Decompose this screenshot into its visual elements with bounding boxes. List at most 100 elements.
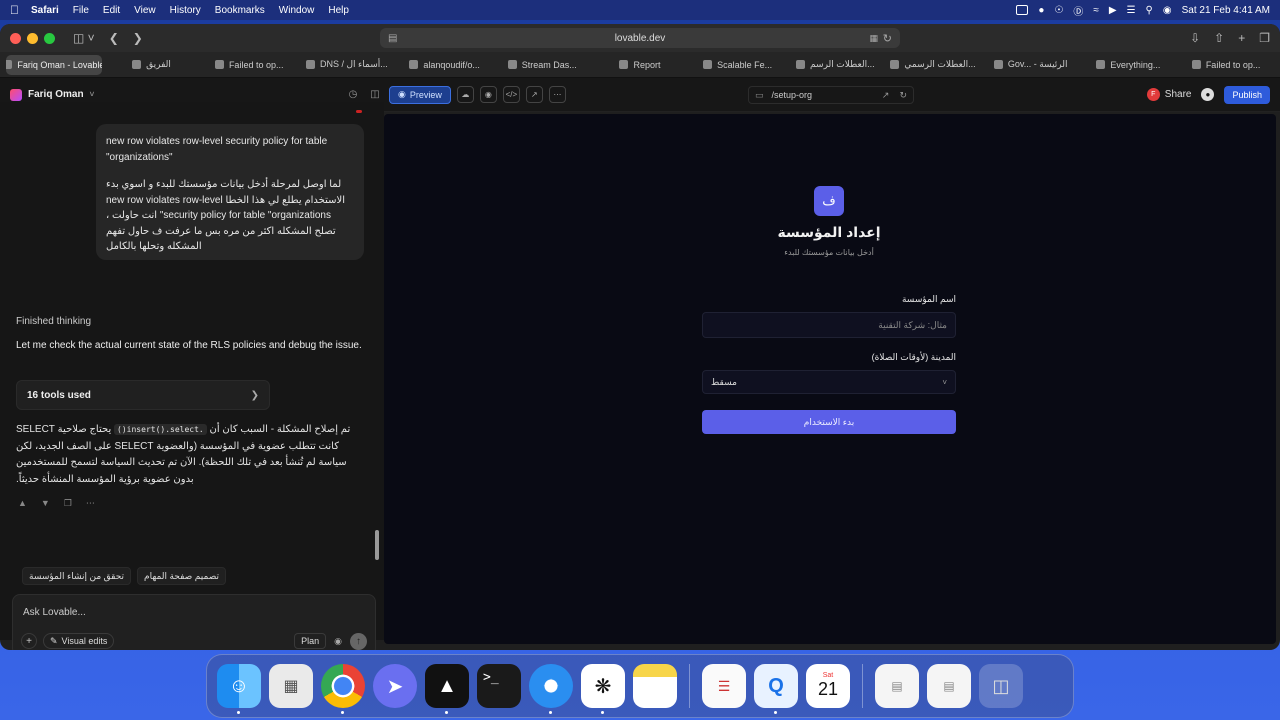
tab-11[interactable]: Everything...: [1081, 55, 1177, 75]
more-options-icon[interactable]: ⋯: [86, 498, 95, 509]
apple-icon[interactable]: : [10, 3, 19, 17]
cube-icon[interactable]: ▲: [425, 664, 469, 714]
wifi-icon[interactable]: ≈: [1093, 5, 1099, 16]
share-icon[interactable]: ⇧: [1214, 31, 1224, 45]
close-window-button[interactable]: [10, 32, 21, 44]
tab-6[interactable]: Report: [592, 55, 688, 75]
route-bar[interactable]: ▭ /setup-org ↗ ↻: [748, 86, 914, 104]
cloud-icon[interactable]: ☁: [456, 86, 474, 103]
chatgpt-icon[interactable]: ❋: [581, 664, 625, 714]
screen-mirror-icon[interactable]: [1016, 5, 1029, 15]
tab-2[interactable]: Failed to op...: [201, 55, 297, 75]
back-arrow-icon[interactable]: ❮: [109, 31, 119, 45]
menu-history[interactable]: History: [170, 5, 201, 16]
sidebar-toggle-icon[interactable]: ◫ ˅: [73, 31, 95, 45]
menu-view[interactable]: View: [134, 5, 156, 16]
history-icon[interactable]: ◷: [345, 89, 361, 100]
tab-3[interactable]: DNS / أسماء ال...: [299, 55, 395, 75]
address-bar[interactable]: ▤ lovable.dev ▦ ↻: [380, 28, 900, 48]
safari-icon[interactable]: ✦: [529, 664, 573, 714]
control-center-icon[interactable]: ☰: [1127, 5, 1136, 16]
tab-1[interactable]: الفريق: [104, 55, 200, 75]
project-switcher[interactable]: Fariq Oman ˅: [10, 88, 94, 101]
refresh-preview-icon[interactable]: ↻: [899, 90, 907, 101]
launchpad-icon[interactable]: ▦: [269, 664, 313, 708]
spotlight-search-icon[interactable]: ⚲: [1146, 5, 1153, 16]
tab-overview-icon[interactable]: ❐: [1259, 31, 1270, 45]
qbrowser-icon[interactable]: Q: [754, 664, 798, 714]
copy-icon[interactable]: ❐: [64, 498, 72, 509]
tab-0[interactable]: Fariq Oman - Lovable: [6, 54, 102, 75]
chat-scrollbar[interactable]: [375, 530, 379, 560]
downloads-icon[interactable]: ⇩: [1190, 31, 1200, 45]
thumbs-down-icon[interactable]: ▼: [41, 498, 50, 509]
chrome-icon[interactable]: [321, 664, 365, 714]
keyboard-input-icon[interactable]: Ⓓ: [1073, 3, 1083, 18]
translate-icon[interactable]: ▦: [869, 33, 878, 44]
tab-12[interactable]: Failed to op...: [1178, 55, 1274, 75]
tab-10[interactable]: Gov... - الرئيسة: [983, 55, 1079, 75]
more-icon[interactable]: ⋯: [548, 86, 566, 103]
org-logo: ف: [814, 186, 844, 216]
user-message-english: new row violates row-level security poli…: [106, 136, 328, 163]
menubar-status-area: ● ☉ Ⓓ ≈ ▶ ☰ ⚲ ◉ Sat 21 Feb 4:41 AM: [1016, 3, 1270, 18]
add-attachment-icon[interactable]: +: [21, 633, 37, 649]
menu-window[interactable]: Window: [279, 5, 315, 16]
visual-edits-button[interactable]: ✎ Visual edits: [43, 633, 115, 649]
minimize-window-button[interactable]: [27, 32, 38, 44]
tab-7[interactable]: Scalable Fe...: [690, 55, 786, 75]
menu-app[interactable]: Safari: [31, 5, 59, 16]
menu-file[interactable]: File: [73, 5, 89, 16]
forward-arrow-icon[interactable]: ❯: [133, 31, 143, 45]
tab-4[interactable]: alanqoudif/o...: [397, 55, 493, 75]
publish-button[interactable]: Publish: [1224, 85, 1270, 104]
tab-9[interactable]: العطلات الرسمي...: [885, 55, 981, 75]
setup-title: إعداد المؤسسة: [777, 224, 881, 240]
document-icon[interactable]: ▤: [875, 664, 919, 708]
open-external-icon[interactable]: ↗: [882, 90, 890, 101]
plan-button[interactable]: Plan: [294, 633, 327, 649]
finder-icon[interactable]: ☺: [217, 664, 261, 714]
menu-edit[interactable]: Edit: [103, 5, 120, 16]
city-select[interactable]: مسقط ˅: [702, 370, 956, 394]
thumbs-up-icon[interactable]: ▲: [18, 498, 27, 509]
panel-toggle-icon[interactable]: ◫: [367, 89, 383, 100]
page-menu-icon[interactable]: ▤: [388, 33, 397, 44]
notes-icon[interactable]: [633, 664, 677, 708]
reload-icon[interactable]: ↻: [883, 32, 892, 45]
design-icon[interactable]: ◉: [479, 86, 497, 103]
analytics-icon[interactable]: ↗: [525, 86, 543, 103]
textedit-icon[interactable]: ☰: [702, 664, 746, 708]
menu-bookmarks[interactable]: Bookmarks: [215, 5, 265, 16]
org-name-input[interactable]: [702, 312, 956, 338]
record-icon[interactable]: ●: [1038, 5, 1044, 16]
siri-icon[interactable]: ◉: [1163, 5, 1172, 16]
suggestion-chip[interactable]: تصميم صفحة المهام: [137, 567, 227, 585]
device-icon[interactable]: ▭: [755, 90, 764, 101]
menubar-clock[interactable]: Sat 21 Feb 4:41 AM: [1182, 5, 1270, 16]
chat-input[interactable]: [23, 603, 343, 621]
terminal-icon[interactable]: >_: [477, 664, 521, 708]
microphone-icon[interactable]: ◉: [334, 636, 342, 647]
thinking-status[interactable]: Finished thinking: [16, 316, 91, 327]
calendar-icon[interactable]: Sat 21: [806, 664, 850, 708]
send-arrow-icon[interactable]: ↑: [350, 632, 367, 650]
fullscreen-window-button[interactable]: [44, 32, 55, 44]
vpn-icon[interactable]: ➤: [373, 664, 417, 708]
start-using-button[interactable]: بدء الاستخدام: [702, 410, 956, 434]
tab-5[interactable]: Stream Das...: [494, 55, 590, 75]
new-tab-icon[interactable]: +: [1238, 31, 1245, 45]
tools-used-toggle[interactable]: 16 tools used ❯: [16, 380, 270, 410]
suggestion-chip[interactable]: تحقق من إنشاء المؤسسة: [22, 567, 132, 585]
play-icon[interactable]: ▶: [1109, 5, 1117, 16]
trash-icon[interactable]: ◫: [979, 664, 1023, 708]
favicon-icon: [619, 60, 629, 69]
menu-help[interactable]: Help: [328, 5, 349, 16]
tab-8[interactable]: العطلات الرسم...: [788, 55, 884, 75]
preview-button[interactable]: ◉ Preview: [389, 85, 451, 104]
share-button[interactable]: F Share: [1146, 88, 1191, 101]
vpn-status-icon[interactable]: ☉: [1054, 5, 1063, 16]
preview-doc-icon[interactable]: ▤: [927, 664, 971, 708]
github-icon[interactable]: ●: [1201, 88, 1215, 101]
code-icon[interactable]: </>: [502, 86, 520, 103]
